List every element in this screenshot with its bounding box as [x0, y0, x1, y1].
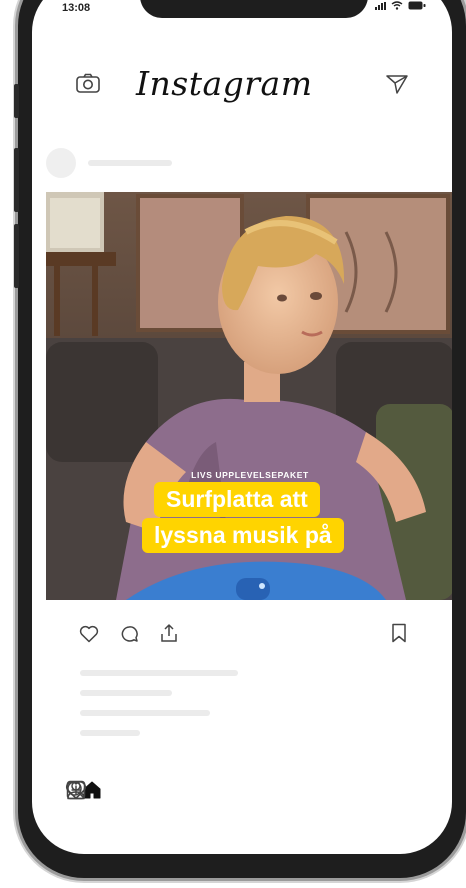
- bookmark-icon: [392, 623, 406, 643]
- post-actions: [78, 622, 438, 652]
- caption-kicker: LIVS UPPLEVELSEPAKET: [191, 470, 309, 480]
- caption-placeholder-line: [80, 690, 172, 696]
- status-icons: [375, 1, 426, 10]
- caption-placeholder-line: [80, 710, 210, 716]
- app-logo: Instagram: [136, 64, 313, 103]
- share-button[interactable]: [158, 622, 180, 644]
- post-author-row[interactable]: [46, 148, 172, 178]
- caption-line-2: lyssna musik på: [142, 518, 344, 553]
- status-time: 13:08: [62, 2, 91, 14]
- comment-button[interactable]: [118, 624, 140, 644]
- caption-placeholder-line: [80, 730, 140, 736]
- battery-icon: [408, 1, 426, 10]
- caption-placeholder: [80, 670, 238, 750]
- camera-button[interactable]: [74, 70, 102, 96]
- save-button[interactable]: [388, 622, 410, 644]
- post-image[interactable]: LIVS UPPLEVELSEPAKET Surfplatta att lyss…: [46, 192, 452, 600]
- profile-icon: [67, 781, 85, 800]
- share-icon: [161, 624, 177, 642]
- screen: 13:08 Instagram LIVS UPPLEVELSEPAKET Sur…: [32, 0, 452, 854]
- avatar[interactable]: [46, 148, 76, 178]
- heart-icon: [79, 625, 99, 643]
- volume-up-button: [14, 148, 19, 212]
- direct-message-button[interactable]: [384, 72, 410, 96]
- signal-icon: [375, 1, 386, 10]
- volume-down-button: [14, 224, 19, 288]
- paper-plane-icon: [386, 75, 408, 94]
- caption-line-1: Surfplatta att: [154, 482, 320, 517]
- username-placeholder: [88, 160, 172, 166]
- app-header: Instagram: [32, 50, 452, 114]
- mute-switch: [14, 84, 19, 118]
- camera-icon: [76, 73, 100, 93]
- wifi-icon: [391, 1, 403, 10]
- tab-profile[interactable]: [62, 776, 90, 804]
- caption-placeholder-line: [80, 670, 238, 676]
- like-button[interactable]: [78, 624, 100, 644]
- notch: [140, 0, 368, 18]
- comment-icon: [121, 626, 138, 642]
